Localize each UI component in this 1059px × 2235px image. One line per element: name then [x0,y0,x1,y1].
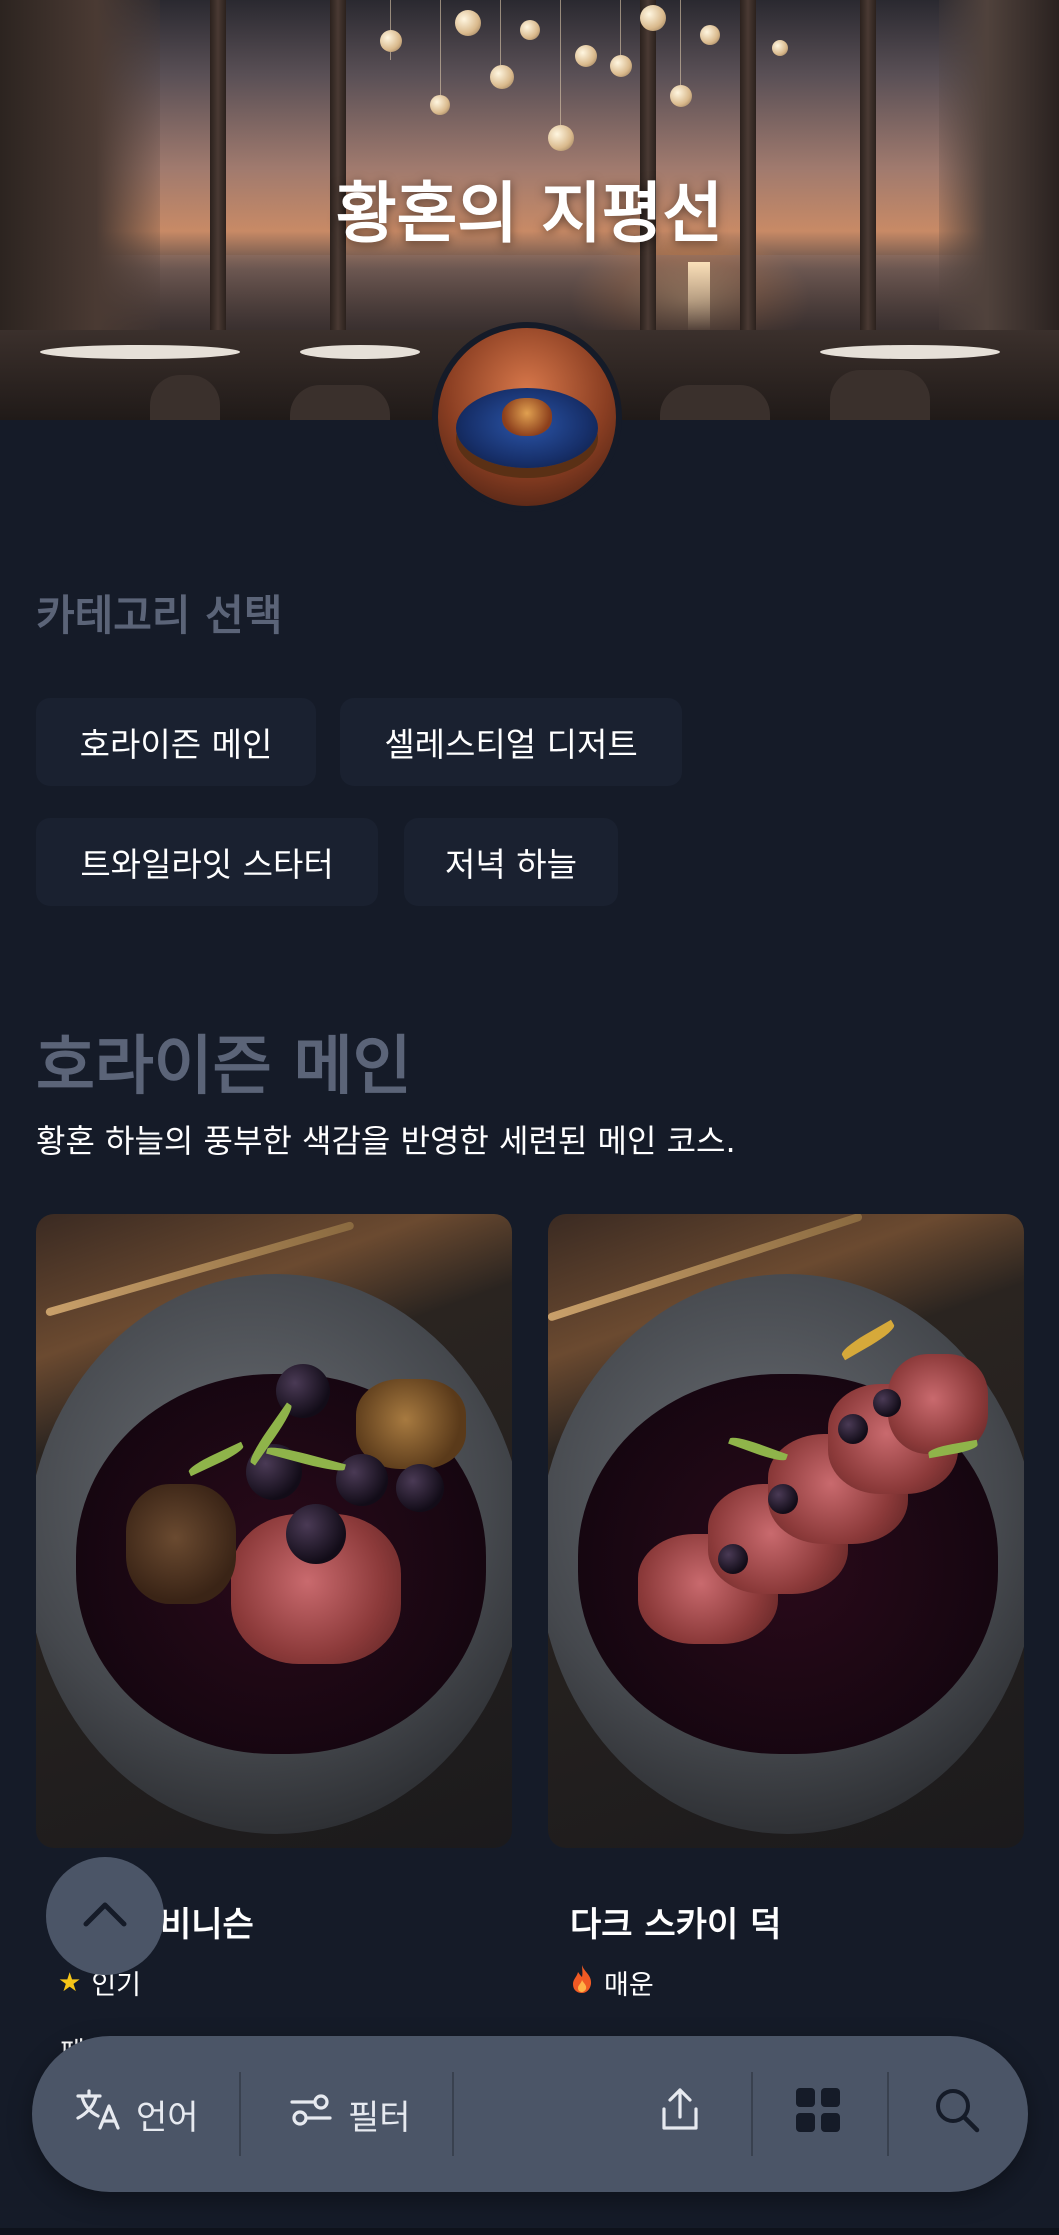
category-heading: 카테고리 선택 [36,591,283,640]
berry [336,1454,388,1506]
meat-slice [888,1354,988,1454]
mushroom [126,1484,236,1604]
toolbar-divider [751,2072,753,2156]
berry [838,1414,868,1444]
chandelier-bead [610,55,632,77]
grid-icon [794,2086,842,2143]
section-title: 호라이즌 메인 [36,1030,412,1104]
category-chip-label: 호라이즌 메인 [79,725,273,764]
berry [286,1504,346,1564]
category-chip-label: 셀레스티얼 디저트 [384,725,638,764]
chandelier-wire [560,0,561,140]
hero-sun-reflection [688,262,710,332]
toolbar-divider [239,2072,241,2156]
language-label: 언어 [136,2097,199,2138]
filter-icon [288,2090,334,2139]
chandelier-bead [772,40,788,56]
fire-icon [570,1964,594,2001]
menu-item-image[interactable] [548,1214,1024,1848]
chandelier-bead [670,85,692,107]
menu-item-tag-label: 매운 [604,1970,654,2001]
berry [396,1464,444,1512]
bottom-edge [0,2228,1059,2235]
menu-item-tag: 매운 [570,1963,654,2002]
table-cloth [300,345,420,359]
chandelier-bead [640,5,666,31]
berry [873,1389,901,1417]
chair [290,385,390,420]
chandelier-bead [700,25,720,45]
page-title: 황혼의 지평선 [335,175,724,252]
chandelier-bead [380,30,402,52]
menu-item-image[interactable] [36,1214,512,1848]
chandelier-bead [455,10,481,36]
category-chip-celestial-dessert[interactable]: 셀레스티얼 디저트 [340,698,682,786]
bottom-toolbar: 언어 필터 [32,2036,1028,2192]
chandelier-bead [575,45,597,67]
chair [830,370,930,420]
chandelier-bead [548,125,574,151]
menu-item-name: 비니슨 [160,1905,254,1945]
chandelier-bead [520,20,540,40]
search-icon [932,2085,982,2144]
chevron-up-icon [80,1899,130,1933]
filter-button[interactable]: 필터 [288,2036,411,2192]
chandelier-wire [440,0,441,110]
share-button[interactable] [656,2036,704,2192]
chandelier-bead [490,65,514,89]
translate-icon [74,2088,122,2141]
category-chip-label: 저녁 하늘 [445,845,577,884]
toolbar-divider [452,2072,454,2156]
section-description: 황혼 하늘의 풍부한 색감을 반영한 세련된 메인 코스. [36,1122,736,1160]
search-button[interactable] [932,2036,982,2192]
berry [768,1484,798,1514]
table-cloth [820,345,1000,359]
toolbar-divider [887,2072,889,2156]
share-icon [656,2085,704,2144]
table-cloth [40,345,240,359]
grid-view-button[interactable] [794,2036,842,2192]
chair [150,375,220,420]
menu-item-name: 다크 스카이 덕 [570,1905,782,1945]
chandelier-bead [430,95,450,115]
category-chip-evening-sky[interactable]: 저녁 하늘 [404,818,618,906]
berry [718,1544,748,1574]
filter-label: 필터 [348,2097,411,2138]
language-button[interactable]: 언어 [74,2036,199,2192]
scroll-to-top-button[interactable] [46,1857,164,1975]
chair [660,385,770,420]
category-chip-horizon-main[interactable]: 호라이즌 메인 [36,698,316,786]
category-chip-label: 트와일라잇 스타터 [80,845,334,884]
dish-food [502,398,552,436]
category-chip-twilight-starter[interactable]: 트와일라잇 스타터 [36,818,378,906]
featured-dish-avatar [432,322,622,512]
star-icon: ★ [58,1967,82,1998]
